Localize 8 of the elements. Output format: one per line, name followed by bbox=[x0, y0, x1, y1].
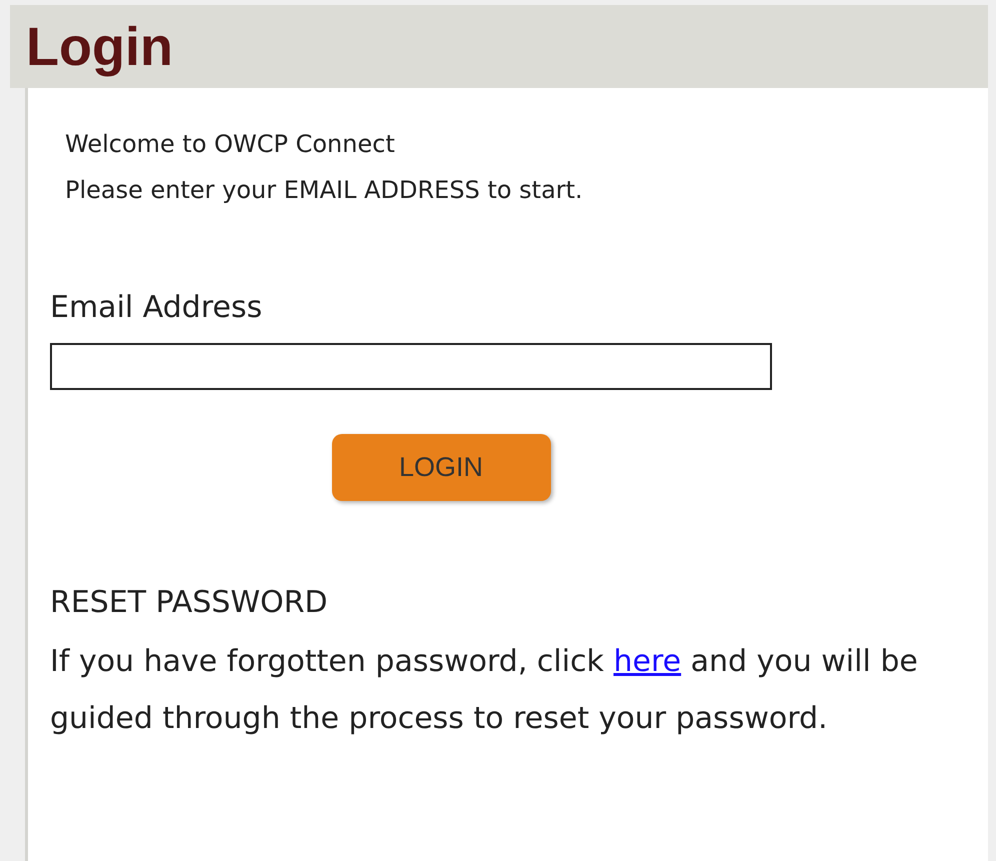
intro-text: Welcome to OWCP Connect bbox=[65, 129, 396, 160]
reset-instructions: If you have forgotten password, click here and you will be guided through the process to reset your password. bbox=[50, 643, 919, 738]
email-label: Email Address bbox=[50, 290, 264, 326]
reset-heading: RESET PASSWORD bbox=[50, 584, 329, 622]
intro-text: Please enter your EMAIL ADDRESS to start. bbox=[65, 175, 584, 206]
here-link[interactable]: here bbox=[613, 644, 682, 679]
email-field[interactable] bbox=[50, 343, 772, 390]
login-button[interactable]: LOGIN bbox=[332, 434, 550, 501]
